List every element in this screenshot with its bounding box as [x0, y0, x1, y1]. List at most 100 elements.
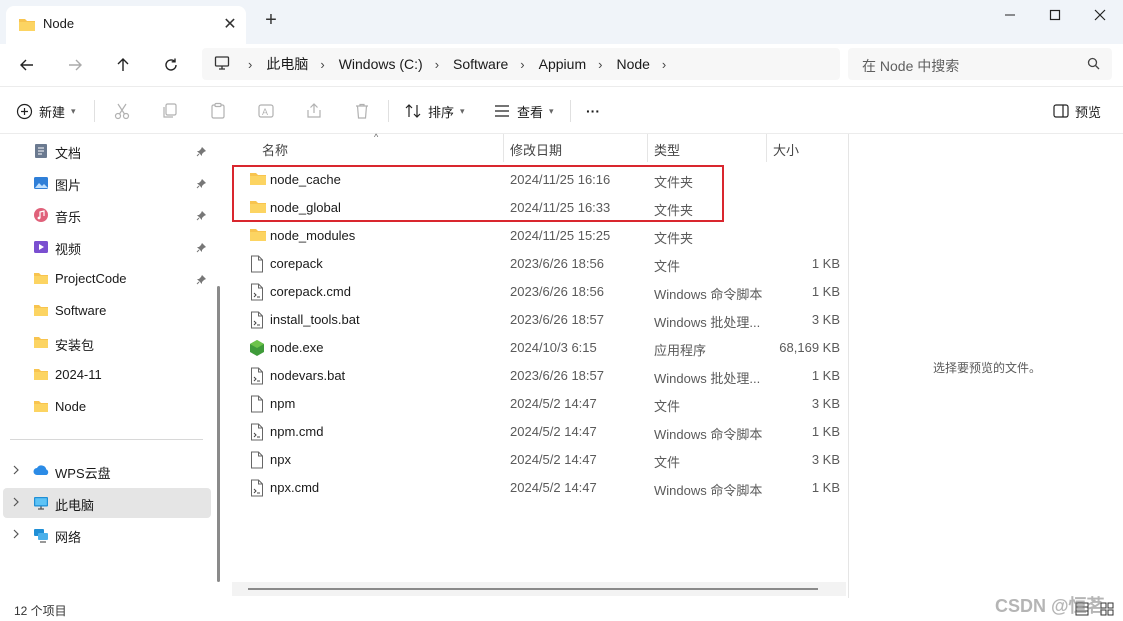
up-button[interactable] — [108, 50, 138, 80]
pin-icon — [196, 177, 207, 192]
back-button[interactable] — [12, 50, 42, 80]
chevron-right-icon[interactable]: › — [598, 57, 602, 72]
file-size: 3 KB — [811, 452, 840, 467]
breadcrumb-windows-c[interactable]: Windows (C:) — [339, 56, 423, 72]
arrow-up-icon — [117, 58, 129, 71]
file-name: node_modules — [270, 228, 356, 243]
sidebar-item-label: WPS云盘 — [55, 466, 111, 481]
file-type: Windows 命令脚本 — [654, 427, 763, 442]
sidebar-item-node[interactable]: Node — [0, 392, 212, 422]
title-bar: Node ✕ + — [0, 0, 1123, 44]
search-input[interactable]: 在 Node 中搜索 — [848, 48, 1112, 80]
clipboard-icon — [211, 102, 225, 119]
chevron-right-icon[interactable]: › — [662, 57, 666, 72]
view-icon — [495, 105, 509, 117]
column-header-name[interactable]: 名称 — [262, 134, 288, 162]
file-row[interactable]: npm 2024/5/2 14:47 文件 3 KB — [232, 390, 848, 418]
preview-button[interactable]: 预览 — [1053, 99, 1101, 123]
new-tab-button[interactable]: + — [260, 10, 282, 32]
column-header-date[interactable]: 修改日期 — [510, 134, 562, 162]
file-icon — [249, 255, 267, 273]
sidebar-item-pictures[interactable]: 图片 — [0, 168, 212, 198]
file-row[interactable]: node_modules 2024/11/25 15:25 文件夹 — [232, 222, 848, 250]
command-bar: 新建 ▾ A 排序 ▾ 查看 ▾ ··· 预览 — [0, 86, 1123, 134]
paste-button[interactable] — [209, 99, 227, 123]
breadcrumb-node[interactable]: Node — [616, 56, 649, 72]
rename-icon: A — [258, 104, 274, 118]
file-modified-date: 2023/6/26 18:57 — [510, 368, 604, 383]
refresh-button[interactable] — [156, 50, 186, 80]
file-row[interactable]: node.exe 2024/10/3 6:15 应用程序 68,169 KB — [232, 334, 848, 362]
breadcrumb-this-pc[interactable]: 此电脑 — [266, 54, 308, 74]
file-row[interactable]: npm.cmd 2024/5/2 14:47 Windows 命令脚本 1 KB — [232, 418, 848, 446]
folder-icon — [33, 335, 49, 351]
rename-button[interactable]: A — [257, 99, 275, 123]
sidebar-item-this-pc[interactable]: 此电脑 — [3, 488, 211, 518]
sidebar-item-network[interactable]: 网络 — [0, 520, 212, 550]
sidebar-item-label: 文档 — [55, 146, 82, 161]
forward-button[interactable] — [60, 50, 90, 80]
network-icon — [33, 527, 49, 543]
maximize-button[interactable] — [1032, 0, 1078, 30]
delete-button[interactable] — [353, 99, 371, 123]
file-type: 文件 — [654, 455, 681, 470]
new-button[interactable]: 新建 ▾ — [16, 99, 76, 123]
sort-button[interactable]: 排序 ▾ — [404, 99, 465, 123]
chevron-right-icon[interactable] — [11, 528, 21, 543]
sidebar-item-videos[interactable]: 视频 — [0, 232, 212, 262]
sidebar-item-documents[interactable]: 文档 — [0, 136, 212, 166]
copy-button[interactable] — [161, 99, 179, 123]
search-placeholder: 在 Node 中搜索 — [862, 58, 960, 74]
column-separator[interactable] — [766, 134, 767, 162]
chevron-right-icon[interactable]: › — [435, 57, 439, 72]
chevron-right-icon[interactable]: › — [520, 57, 524, 72]
file-row[interactable]: corepack.cmd 2023/6/26 18:56 Windows 命令脚本 1… — [232, 278, 848, 306]
sidebar-item-wps-cloud[interactable]: WPS云盘 — [0, 456, 212, 486]
file-name: corepack — [270, 256, 323, 271]
more-button[interactable]: ··· — [586, 99, 600, 123]
plus-circle-icon — [16, 103, 33, 119]
file-size: 3 KB — [811, 396, 840, 411]
file-row[interactable]: npx.cmd 2024/5/2 14:47 Windows 命令脚本 1 KB — [232, 474, 848, 502]
file-size: 1 KB — [811, 368, 840, 383]
preview-pane-icon — [1053, 104, 1069, 118]
navigation-pane: 文档 图片 音乐 视频 ProjectCode Software 安装包 202… — [0, 134, 212, 598]
view-button[interactable]: 查看 ▾ — [493, 99, 554, 123]
trash-icon — [356, 103, 368, 119]
chevron-right-icon[interactable] — [11, 496, 21, 511]
column-header-type[interactable]: 类型 — [654, 134, 680, 162]
breadcrumb-appium[interactable]: Appium — [539, 56, 586, 72]
breadcrumb-software[interactable]: Software — [453, 56, 508, 72]
scrollbar-thumb[interactable] — [248, 588, 818, 590]
file-row[interactable]: corepack 2023/6/26 18:56 文件 1 KB — [232, 250, 848, 278]
file-modified-date: 2023/6/26 18:56 — [510, 256, 604, 271]
column-header-size[interactable]: 大小 — [773, 134, 799, 162]
sidebar-item-software[interactable]: Software — [0, 296, 212, 326]
sidebar-item-2024-11[interactable]: 2024-11 — [0, 360, 212, 390]
file-row[interactable]: npx 2024/5/2 14:47 文件 3 KB — [232, 446, 848, 474]
chevron-right-icon[interactable]: › — [320, 57, 324, 72]
address-bar[interactable]: › 此电脑 › Windows (C:) › Software › Appium… — [202, 48, 840, 80]
share-button[interactable] — [305, 99, 323, 123]
sidebar-item-installers[interactable]: 安装包 — [0, 328, 212, 358]
column-separator[interactable] — [647, 134, 648, 162]
file-modified-date: 2023/6/26 18:57 — [510, 312, 604, 327]
column-separator[interactable] — [503, 134, 504, 162]
horizontal-scrollbar[interactable] — [232, 582, 846, 596]
sidebar-scrollbar[interactable] — [217, 286, 220, 582]
file-row[interactable]: nodevars.bat 2023/6/26 18:57 Windows 批处理..… — [232, 362, 848, 390]
tab-node[interactable]: Node ✕ — [6, 6, 246, 44]
file-row[interactable]: install_tools.bat 2023/6/26 18:57 Windows … — [232, 306, 848, 334]
file-modified-date: 2024/10/3 6:15 — [510, 340, 597, 355]
copy-icon — [163, 103, 177, 118]
chevron-right-icon[interactable] — [11, 464, 21, 479]
sidebar-item-music[interactable]: 音乐 — [0, 200, 212, 230]
file-size: 1 KB — [811, 480, 840, 495]
minimize-button[interactable] — [987, 0, 1033, 30]
close-tab-icon[interactable]: ✕ — [220, 14, 240, 34]
sidebar-item-projectcode[interactable]: ProjectCode — [0, 264, 212, 294]
sort-icon — [405, 104, 421, 118]
new-label: 新建 — [39, 104, 66, 120]
close-window-button[interactable] — [1077, 0, 1123, 30]
cut-button[interactable] — [113, 99, 131, 123]
